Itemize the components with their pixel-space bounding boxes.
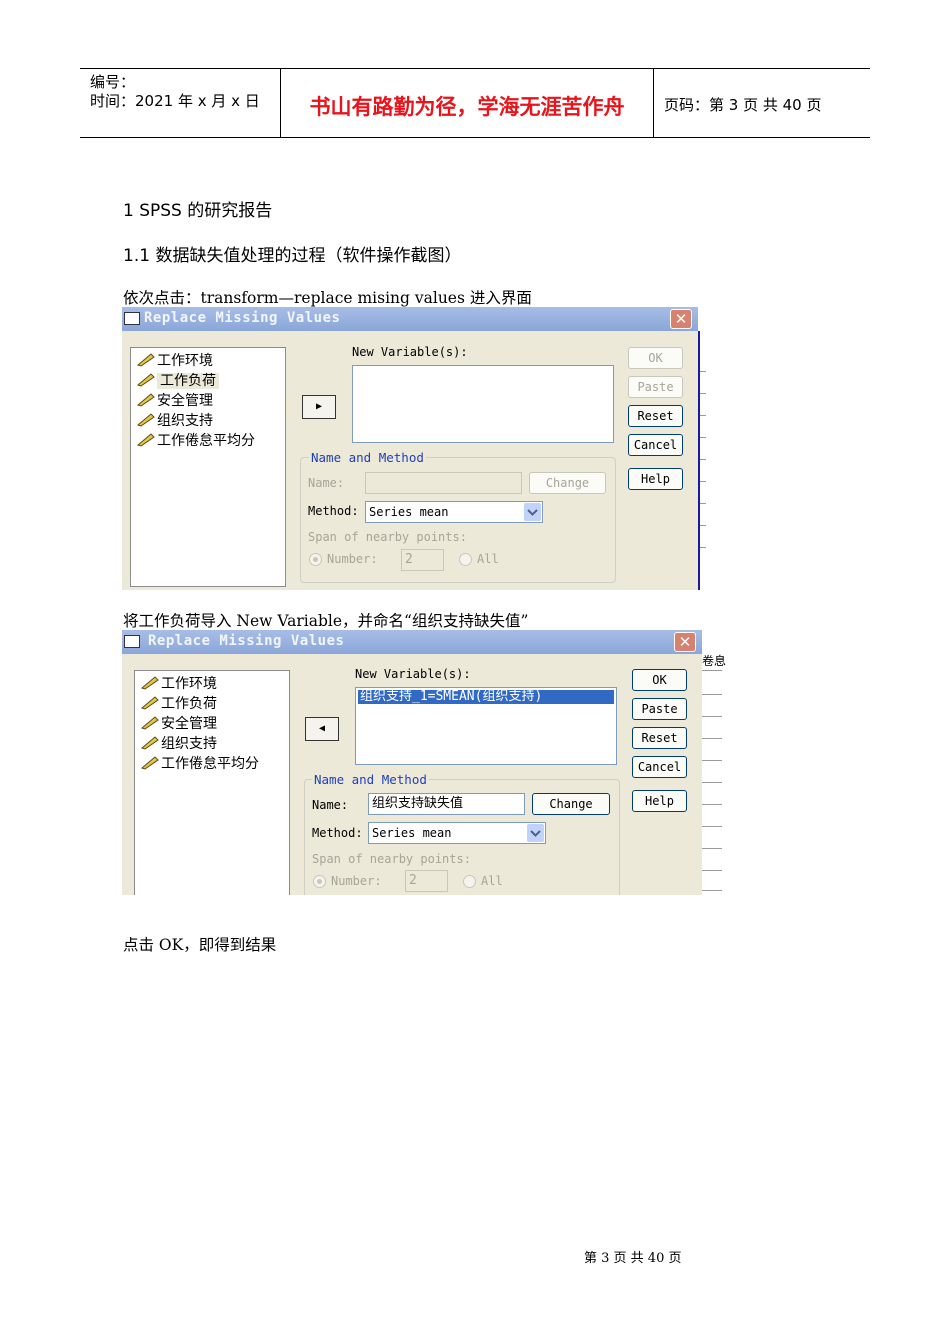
replace-missing-values-dialog-1: Replace Missing Values ✕ 工作环境 工作负荷 安全管理 … xyxy=(122,307,698,590)
move-right-button[interactable]: ▶ xyxy=(302,395,336,419)
time-label: 时间：2021 年 x 月 x 日 xyxy=(90,92,260,110)
ok-button[interactable]: OK xyxy=(632,669,687,691)
cancel-button[interactable]: Cancel xyxy=(632,756,687,778)
span-label: Span of nearby points: xyxy=(312,852,471,866)
background-grid-edge xyxy=(698,331,706,590)
ruler-icon xyxy=(141,676,159,690)
method-value: Series mean xyxy=(369,505,449,519)
help-button[interactable]: Help xyxy=(628,468,683,490)
header-right-cell: 页码：第 3 页 共 40 页 xyxy=(654,69,870,137)
new-variables-box[interactable]: 组织支持_1=SMEAN(组织支持) xyxy=(355,687,617,765)
list-item[interactable]: 安全管理 xyxy=(137,390,213,410)
replace-missing-values-dialog-2: Replace Missing Values ✕ 工作环境 工作负荷 安全管理 … xyxy=(122,630,702,895)
dialog-titlebar: Replace Missing Values ✕ xyxy=(122,307,698,331)
header-left-cell: 编号： 时间：2021 年 x 月 x 日 xyxy=(80,69,281,137)
ruler-icon xyxy=(141,756,159,770)
paragraph-2: 将工作负荷导入 New Variable，并命名“组织支持缺失值” xyxy=(123,612,529,630)
group-label: Name and Method xyxy=(312,772,429,787)
span-label: Span of nearby points: xyxy=(308,530,467,544)
list-item[interactable]: 工作倦怠平均分 xyxy=(137,430,255,450)
motto: 书山有路勤为径，学海无涯苦作舟 xyxy=(309,95,625,119)
ruler-icon xyxy=(141,736,159,750)
change-button[interactable]: Change xyxy=(532,793,610,815)
ruler-icon xyxy=(137,353,155,367)
all-radio[interactable] xyxy=(463,875,476,888)
paste-button[interactable]: Paste xyxy=(632,698,687,720)
number-radio[interactable] xyxy=(313,875,326,888)
ruler-icon xyxy=(137,413,155,427)
name-field[interactable]: 组织支持缺失值 xyxy=(368,793,525,815)
number-field[interactable]: 2 xyxy=(405,870,448,892)
ruler-icon xyxy=(141,716,159,730)
change-button[interactable]: Change xyxy=(529,472,606,494)
number-label: Number: xyxy=(331,874,382,888)
list-item[interactable]: 工作环境 xyxy=(141,673,217,693)
ruler-icon xyxy=(137,433,155,447)
list-item[interactable]: 组织支持 xyxy=(137,410,213,430)
reset-button[interactable]: Reset xyxy=(632,727,687,749)
ruler-icon xyxy=(141,696,159,710)
new-variables-box[interactable] xyxy=(352,365,614,443)
paragraph-3: 点击 OK，即得到结果 xyxy=(123,936,277,954)
method-label: Method: xyxy=(312,826,363,840)
name-label: Name: xyxy=(312,798,349,812)
list-item[interactable]: 组织支持_1=SMEAN(组织支持) xyxy=(358,690,614,704)
close-icon[interactable]: ✕ xyxy=(670,309,692,329)
window-icon xyxy=(124,635,140,648)
all-label: All xyxy=(477,552,499,566)
method-label: Method: xyxy=(308,504,359,518)
new-variables-label: New Variable(s): xyxy=(352,345,468,359)
all-label: All xyxy=(481,874,503,888)
list-item[interactable]: 安全管理 xyxy=(141,713,217,733)
reset-button[interactable]: Reset xyxy=(628,405,683,427)
section-title: 1 SPSS 的研究报告 xyxy=(123,201,273,221)
ruler-icon xyxy=(137,393,155,407)
group-label: Name and Method xyxy=(309,450,426,465)
method-select[interactable]: Series mean xyxy=(365,501,543,523)
method-select[interactable]: Series mean xyxy=(368,822,546,844)
method-value: Series mean xyxy=(372,826,452,840)
chevron-down-icon[interactable] xyxy=(527,824,544,842)
number-label: 编号： xyxy=(90,73,136,91)
list-item[interactable]: 组织支持 xyxy=(141,733,217,753)
list-item[interactable]: 工作负荷 xyxy=(137,370,219,390)
ok-button[interactable]: OK xyxy=(628,347,683,369)
header-center-cell: 书山有路勤为径，学海无涯苦作舟 xyxy=(281,69,654,137)
help-button[interactable]: Help xyxy=(632,790,687,812)
name-field[interactable] xyxy=(365,472,522,494)
number-radio[interactable] xyxy=(309,553,322,566)
list-item[interactable]: 工作负荷 xyxy=(141,693,217,713)
paragraph-1: 依次点击：transform—replace mising values 进入界… xyxy=(123,289,532,307)
page-footer: 第 3 页 共 40 页 xyxy=(584,1251,682,1266)
subsection-title: 1.1 数据缺失值处理的过程（软件操作截图） xyxy=(123,246,462,266)
variable-list[interactable]: 工作环境 工作负荷 安全管理 组织支持 工作倦怠平均分 xyxy=(130,347,286,587)
name-label: Name: xyxy=(308,476,345,490)
list-item[interactable]: 工作倦怠平均分 xyxy=(141,753,259,773)
window-icon xyxy=(124,312,140,325)
dialog-title: Replace Missing Values xyxy=(144,310,341,326)
paste-button[interactable]: Paste xyxy=(628,376,683,398)
page-header: 编号： 时间：2021 年 x 月 x 日 书山有路勤为径，学海无涯苦作舟 页码… xyxy=(80,68,870,138)
dialog-titlebar: Replace Missing Values ✕ xyxy=(122,630,702,654)
page-label: 页码：第 3 页 共 40 页 xyxy=(664,96,822,114)
dialog-title: Replace Missing Values xyxy=(148,633,345,649)
close-icon[interactable]: ✕ xyxy=(674,632,696,652)
cancel-button[interactable]: Cancel xyxy=(628,434,683,456)
move-left-button[interactable]: ◀ xyxy=(305,717,339,741)
number-label: Number: xyxy=(327,552,378,566)
new-variables-label: New Variable(s): xyxy=(355,667,471,681)
number-field[interactable]: 2 xyxy=(401,549,444,571)
ruler-icon xyxy=(137,373,155,387)
edge-fragment: 卷息 xyxy=(702,654,727,668)
list-item[interactable]: 工作环境 xyxy=(137,350,213,370)
chevron-down-icon[interactable] xyxy=(524,503,541,521)
variable-list[interactable]: 工作环境 工作负荷 安全管理 组织支持 工作倦怠平均分 xyxy=(134,670,290,895)
background-grid-edge: 卷息 xyxy=(702,650,726,895)
all-radio[interactable] xyxy=(459,553,472,566)
